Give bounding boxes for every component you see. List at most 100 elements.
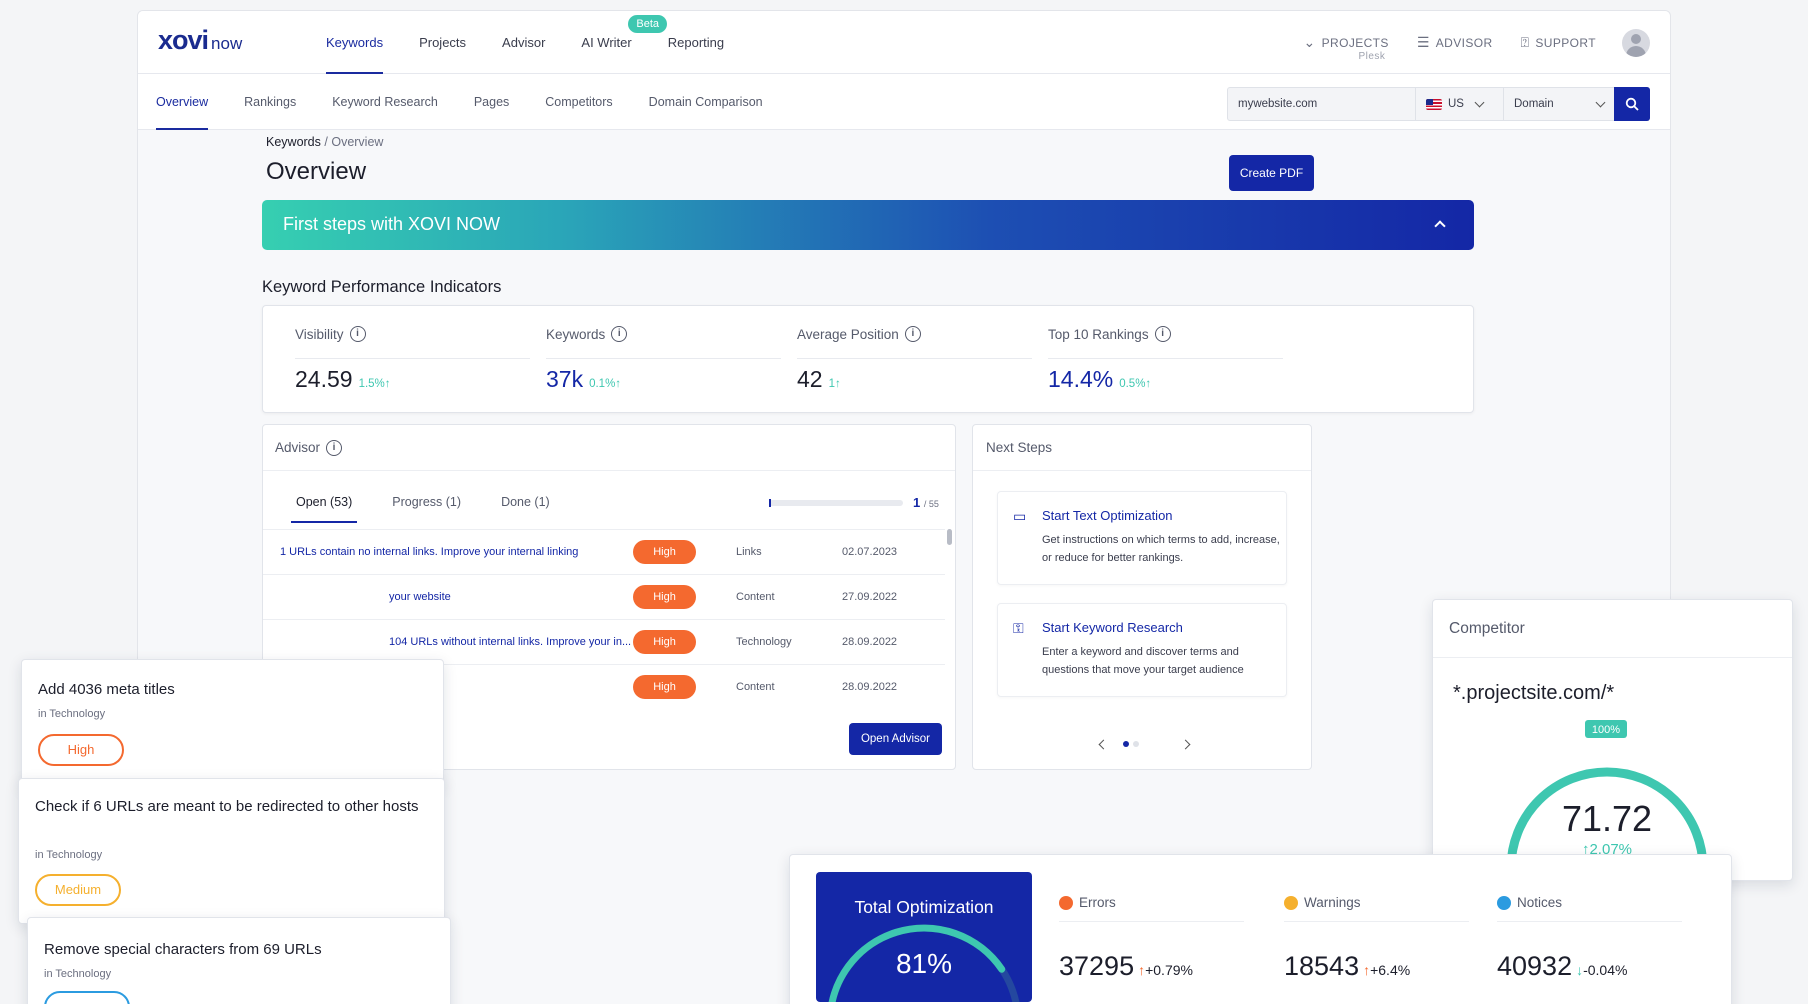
kpi-delta: 0.5%↑ <box>1119 378 1152 390</box>
kpi-value: 24.59 <box>295 366 353 392</box>
kpi-card: Visibility i 24.59 1.5%↑ Keywords i 37k 0.1%… <box>262 305 1474 413</box>
advisor-progress-bar <box>769 498 903 507</box>
task-card[interactable]: Add 4036 meta titles in Technology High <box>21 659 444 787</box>
nav-projects[interactable]: Projects <box>401 11 484 74</box>
scrollbar[interactable] <box>947 529 952 545</box>
search-icon <box>1625 97 1639 111</box>
chevron-left-icon[interactable] <box>1098 739 1109 750</box>
metric-errors[interactable]: Errors 37295 ↑+0.79% <box>1059 895 1249 995</box>
info-icon[interactable]: i <box>611 326 628 342</box>
kpi-value[interactable]: 14.4% <box>1048 366 1113 392</box>
chevron-right-icon[interactable] <box>1180 739 1191 750</box>
gauge-max-label: 100% <box>1592 724 1620 736</box>
kpi-average-position: Average Position i 42 1↑ <box>765 306 1035 412</box>
kpi-delta: 0.1%↑ <box>589 378 622 390</box>
chevron-up-icon <box>1434 220 1446 232</box>
domain-input[interactable]: mywebsite.com <box>1228 88 1416 120</box>
us-flag-icon <box>1426 98 1442 110</box>
mode-select[interactable]: Domain <box>1504 88 1614 120</box>
search-button[interactable] <box>1614 87 1650 121</box>
next-step-card[interactable]: ▭ Start Text Optimization Get instructio… <box>997 491 1287 585</box>
nav-reporting[interactable]: Reporting <box>650 11 742 74</box>
main-nav: Keywords Projects Advisor AI Writer Beta … <box>308 11 742 74</box>
open-advisor-button[interactable]: Open Advisor <box>849 723 942 755</box>
top-navigation: xovi now Keywords Projects Advisor AI Wri… <box>138 11 1670 74</box>
kpi-keywords: Keywords i 37k 0.1%↑ <box>514 306 784 412</box>
error-dot-icon <box>1059 895 1073 910</box>
kpi-value: 42 <box>797 366 823 392</box>
metric-notices[interactable]: Notices 40932 ↓-0.04% <box>1497 895 1687 995</box>
task-title: Check if 6 URLs are meant to be redirect… <box>35 798 419 815</box>
info-icon[interactable]: i <box>349 326 366 342</box>
carousel-dot[interactable] <box>1133 741 1139 747</box>
domain-search: mywebsite.com US Domain <box>1227 87 1650 121</box>
advisor-link[interactable]: ☰ ADVISOR <box>1417 34 1493 51</box>
support-link[interactable]: ⍰ SUPPORT <box>1521 34 1596 51</box>
task-card[interactable]: Remove special characters from 69 URLs i… <box>27 917 451 1004</box>
tab-open[interactable]: Open (53) <box>291 481 358 523</box>
kpi-top10: Top 10 Rankings i 14.4% 0.5%↑ <box>1016 306 1286 412</box>
total-optimization-tile[interactable]: Total Optimization 81% <box>816 872 1032 1002</box>
nav-keywords[interactable]: Keywords <box>308 11 401 74</box>
advisor-pager: 1 / 55 <box>769 495 939 510</box>
info-icon[interactable]: i <box>1154 326 1171 342</box>
create-pdf-button[interactable]: Create PDF <box>1229 155 1314 191</box>
nav-ai-writer[interactable]: AI Writer Beta <box>563 11 668 74</box>
optimization-percent: 81% <box>896 948 952 979</box>
priority-badge: High <box>633 675 696 699</box>
metric-delta: -0.04% <box>1583 962 1628 978</box>
xovi-logo[interactable]: xovi now <box>158 25 242 56</box>
breadcrumb: Keywords / Overview <box>266 135 384 149</box>
help-chat-icon: ⍰ <box>1520 34 1530 50</box>
breadcrumb-root[interactable]: Keywords <box>266 135 321 149</box>
user-avatar[interactable] <box>1622 28 1650 57</box>
sub-navigation: Overview Rankings Keyword Research Pages… <box>138 74 1670 130</box>
current-project: Plesk <box>1358 51 1386 62</box>
tab-competitors[interactable]: Competitors <box>527 74 630 130</box>
carousel-dot[interactable] <box>1123 741 1129 747</box>
next-step-card[interactable]: ⚿ Start Keyword Research Enter a keyword… <box>997 603 1287 697</box>
task-title: Add 4036 meta titles <box>38 681 175 698</box>
metric-warnings[interactable]: Warnings 18543 ↑+6.4% <box>1284 895 1474 995</box>
task-category: in Technology <box>35 849 103 861</box>
warning-dot-icon <box>1284 895 1298 910</box>
chevron-down-icon: ⌄ <box>1303 34 1316 50</box>
priority-badge <box>44 991 130 1004</box>
carousel-dots <box>1123 741 1139 747</box>
kpi-delta: 1.5%↑ <box>358 378 391 390</box>
tab-domain-comparison[interactable]: Domain Comparison <box>631 74 781 130</box>
tab-progress[interactable]: Progress (1) <box>387 481 466 523</box>
priority-badge: High <box>633 585 696 609</box>
kpi-visibility: Visibility i 24.59 1.5%↑ <box>263 306 533 412</box>
first-steps-banner[interactable]: First steps with XOVI NOW <box>262 200 1474 250</box>
table-row[interactable]: 1 URLs contain no internal links. Improv… <box>263 529 945 574</box>
competitor-site[interactable]: *.projectsite.com/* <box>1453 682 1614 705</box>
breadcrumb-current: Overview <box>331 135 384 149</box>
page-title: Overview <box>266 158 367 185</box>
task-category: in Technology <box>44 968 112 980</box>
optimization-gauge: 81% <box>828 924 1020 1002</box>
priority-badge: Medium <box>35 874 121 906</box>
task-card[interactable]: Check if 6 URLs are meant to be redirect… <box>18 778 445 924</box>
info-icon[interactable]: i <box>904 326 921 342</box>
tab-rankings[interactable]: Rankings <box>226 74 314 130</box>
country-select[interactable]: US <box>1416 88 1504 120</box>
metric-value: 18543 <box>1284 951 1360 981</box>
kpi-value[interactable]: 37k <box>546 366 583 392</box>
chevron-down-icon <box>1474 97 1485 107</box>
nav-advisor[interactable]: Advisor <box>484 11 563 74</box>
table-row[interactable]: 104 URLs without internal links. Improve… <box>263 619 945 664</box>
tab-done[interactable]: Done (1) <box>496 481 555 523</box>
metric-value: 40932 <box>1497 951 1573 981</box>
table-row[interactable]: your website High Content 27.09.2022 <box>263 574 945 619</box>
projects-dropdown[interactable]: ⌄ PROJECTS Plesk <box>1303 34 1388 62</box>
metric-delta: +6.4% <box>1370 962 1411 978</box>
tab-pages[interactable]: Pages <box>456 74 527 130</box>
key-icon: ⚿ <box>1013 620 1024 636</box>
info-icon[interactable]: i <box>326 439 343 456</box>
list-icon: ☰ <box>1416 34 1430 50</box>
priority-badge: High <box>633 630 696 654</box>
kpi-delta: 1↑ <box>828 378 841 390</box>
tab-overview[interactable]: Overview <box>138 74 226 130</box>
tab-keyword-research[interactable]: Keyword Research <box>314 74 456 130</box>
